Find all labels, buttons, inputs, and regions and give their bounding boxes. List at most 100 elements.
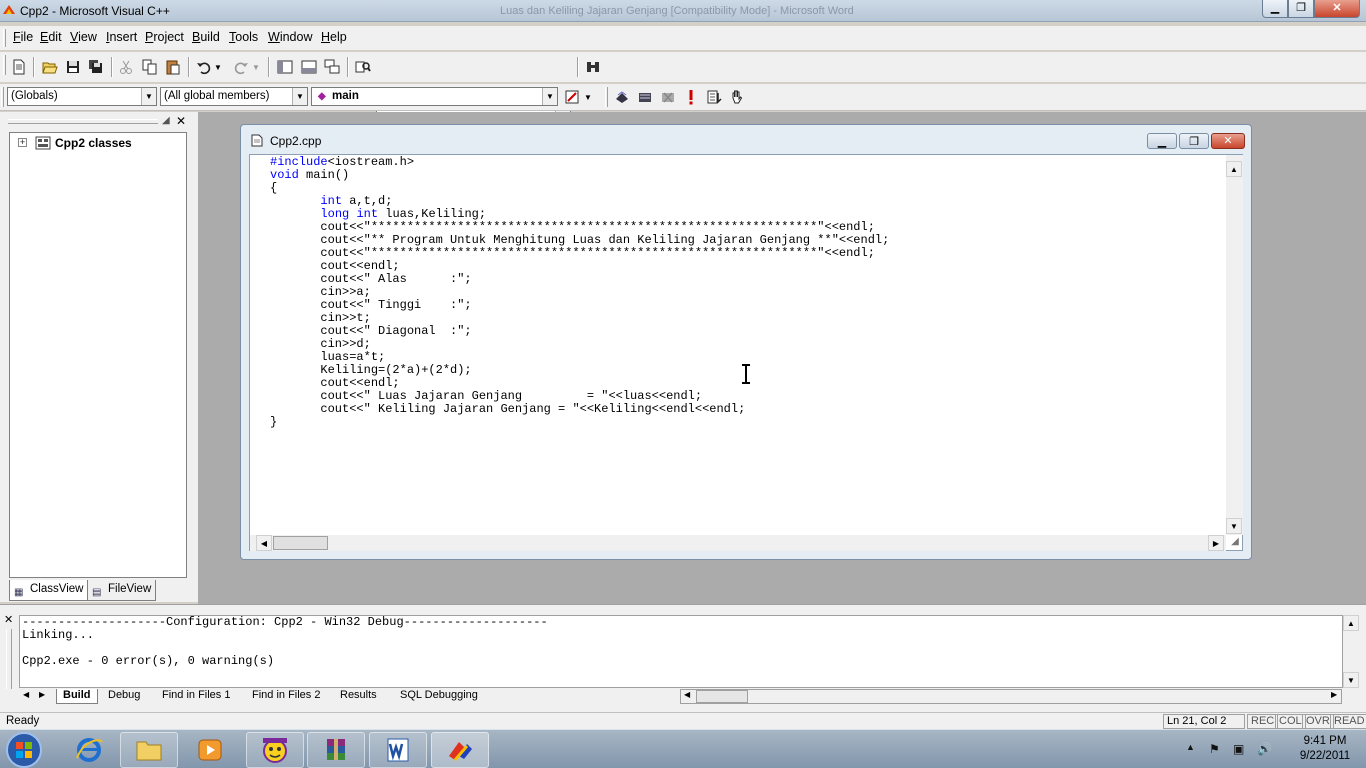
members-combo[interactable]: (All global members) ▼ (160, 87, 308, 106)
scroll-right-icon[interactable]: ▶ (1208, 535, 1224, 551)
taskbar-visual-cpp[interactable] (431, 732, 489, 768)
output-line[interactable]: Linking... (22, 629, 1342, 642)
execute-button[interactable] (681, 87, 701, 107)
start-button-icon[interactable] (4, 731, 44, 768)
system-clock[interactable]: 9:41 PM 9/22/2011 (1290, 734, 1360, 764)
scope-combo[interactable]: (Globals) ▼ (7, 87, 157, 106)
scroll-left-icon[interactable]: ◀ (684, 690, 690, 699)
menu-view[interactable]: View (70, 30, 97, 44)
redo-button[interactable] (231, 57, 251, 77)
volume-icon[interactable]: 🔊 (1257, 742, 1272, 756)
horizontal-scroll-thumb[interactable] (273, 536, 328, 550)
toolbar-grip[interactable] (1, 87, 4, 107)
scroll-down-icon[interactable]: ▼ (1343, 672, 1359, 688)
new-text-file-button[interactable] (9, 57, 29, 77)
toolbar-grip[interactable] (605, 87, 608, 107)
scroll-left-icon[interactable]: ◀ (256, 535, 272, 551)
open-button[interactable] (40, 57, 60, 77)
menu-window[interactable]: Window (268, 30, 312, 44)
tab-debug[interactable]: Debug (102, 689, 146, 704)
document-maximize-button[interactable]: ❐ (1179, 133, 1209, 149)
scroll-right-icon[interactable]: ▶ (1331, 690, 1337, 699)
editor-vertical-scrollbar[interactable]: ▲ ▼ (1226, 155, 1243, 535)
menu-tools[interactable]: Tools (229, 30, 258, 44)
paste-button[interactable] (163, 57, 183, 77)
save-all-button[interactable] (86, 57, 106, 77)
document-minimize-button[interactable]: ▁ (1147, 133, 1177, 149)
workspace-maximize-icon[interactable]: ◢ (162, 115, 170, 126)
stop-build-button[interactable] (658, 87, 678, 107)
menu-insert[interactable]: Insert (106, 30, 137, 44)
menubar-grip[interactable] (3, 29, 6, 47)
taskbar-yahoo-messenger[interactable] (246, 732, 304, 768)
taskbar-microsoft-word[interactable] (369, 732, 427, 768)
minimize-button[interactable]: ▁ (1262, 0, 1288, 18)
tab-fileview[interactable]: ▤ FileView (87, 580, 157, 601)
output-line[interactable]: --------------------Configuration: Cpp2 … (22, 616, 1342, 629)
build-button[interactable] (635, 87, 655, 107)
function-combo[interactable]: ◆ main ▼ (311, 87, 558, 106)
code-line[interactable]: } (270, 416, 889, 429)
workspace-button[interactable] (275, 57, 295, 77)
chevron-down-icon[interactable]: ▼ (542, 88, 557, 105)
wizardbar-actions-button[interactable] (562, 87, 582, 107)
action-center-flag-icon[interactable]: ⚑ (1209, 742, 1220, 756)
taskbar-explorer[interactable] (120, 732, 178, 768)
copy-button[interactable] (140, 57, 160, 77)
output-button[interactable] (299, 57, 319, 77)
taskbar-media-player[interactable] (181, 732, 239, 768)
chevron-down-icon[interactable]: ▼ (141, 88, 156, 105)
scroll-up-icon[interactable]: ▲ (1343, 615, 1359, 631)
title-bar[interactable]: Cpp2 - Microsoft Visual C++ Luas dan Kel… (0, 0, 1366, 22)
tab-build[interactable]: Build (56, 689, 98, 704)
code-text[interactable]: #include<iostream.h> void main(){ int a,t… (270, 156, 889, 429)
close-button[interactable]: ✕ (1314, 0, 1360, 18)
tab-find-in-files-1[interactable]: Find in Files 1 (156, 689, 236, 704)
tray-expand-icon[interactable]: ▲ (1186, 742, 1195, 752)
undo-dropdown[interactable]: ▼ (212, 57, 224, 77)
tree-root-label[interactable]: Cpp2 classes (55, 136, 132, 150)
taskbar-winrar[interactable] (307, 732, 365, 768)
find-in-files-button[interactable] (353, 57, 373, 77)
output-line[interactable]: Cpp2.exe - 0 error(s), 0 warning(s) (22, 655, 1342, 668)
network-icon[interactable]: ▣ (1233, 742, 1244, 756)
find-button[interactable] (583, 57, 603, 77)
output-close-icon[interactable]: ✕ (4, 613, 13, 626)
save-button[interactable] (63, 57, 83, 77)
output-grip[interactable] (6, 629, 12, 689)
workspace-close-icon[interactable]: ✕ (176, 114, 186, 128)
undo-button[interactable] (194, 57, 214, 77)
toolbar-grip[interactable] (3, 55, 6, 75)
go-button[interactable] (704, 87, 724, 107)
tree-expand-icon[interactable]: + (18, 138, 27, 147)
maximize-button[interactable]: ❐ (1288, 0, 1314, 18)
output-horizontal-scrollbar[interactable]: ◀ ▶ (680, 689, 1342, 704)
horizontal-scroll-thumb[interactable] (696, 690, 748, 703)
breakpoint-button[interactable] (727, 87, 747, 107)
taskbar-internet-explorer[interactable] (60, 732, 118, 768)
compile-button[interactable] (612, 87, 632, 107)
menu-build[interactable]: Build (192, 30, 220, 44)
scroll-down-icon[interactable]: ▼ (1226, 518, 1242, 534)
tab-scroll-left-icon[interactable]: ◀ (23, 690, 29, 699)
code-line[interactable]: cout<<" Keliling Jajaran Genjang = "<<Ke… (270, 403, 889, 416)
tab-find-in-files-2[interactable]: Find in Files 2 (246, 689, 326, 704)
tab-results[interactable]: Results (334, 689, 383, 704)
menu-file[interactable]: File (13, 30, 33, 44)
menu-project[interactable]: Project (145, 30, 184, 44)
resize-grip-icon[interactable]: ◢ (1227, 536, 1243, 551)
tab-classview[interactable]: ▦ ClassView (9, 580, 89, 601)
editor-horizontal-scrollbar[interactable]: ◀ ▶ (250, 535, 1226, 551)
redo-dropdown[interactable]: ▼ (250, 57, 262, 77)
output-vertical-scrollbar[interactable]: ▲ ▼ (1343, 615, 1359, 688)
menu-help[interactable]: Help (321, 30, 347, 44)
tab-scroll-right-icon[interactable]: ▶ (39, 690, 45, 699)
code-line[interactable]: #include<iostream.h> (270, 156, 889, 169)
chevron-down-icon[interactable]: ▼ (292, 88, 307, 105)
wizardbar-actions-dropdown[interactable]: ▼ (582, 87, 594, 107)
cut-button[interactable] (116, 57, 136, 77)
document-close-button[interactable]: ✕ (1211, 133, 1245, 149)
code-editor[interactable]: #include<iostream.h> void main(){ int a,t… (249, 154, 1243, 551)
output-text[interactable]: --------------------Configuration: Cpp2 … (19, 615, 1343, 688)
workspace-grip[interactable] (8, 119, 158, 124)
